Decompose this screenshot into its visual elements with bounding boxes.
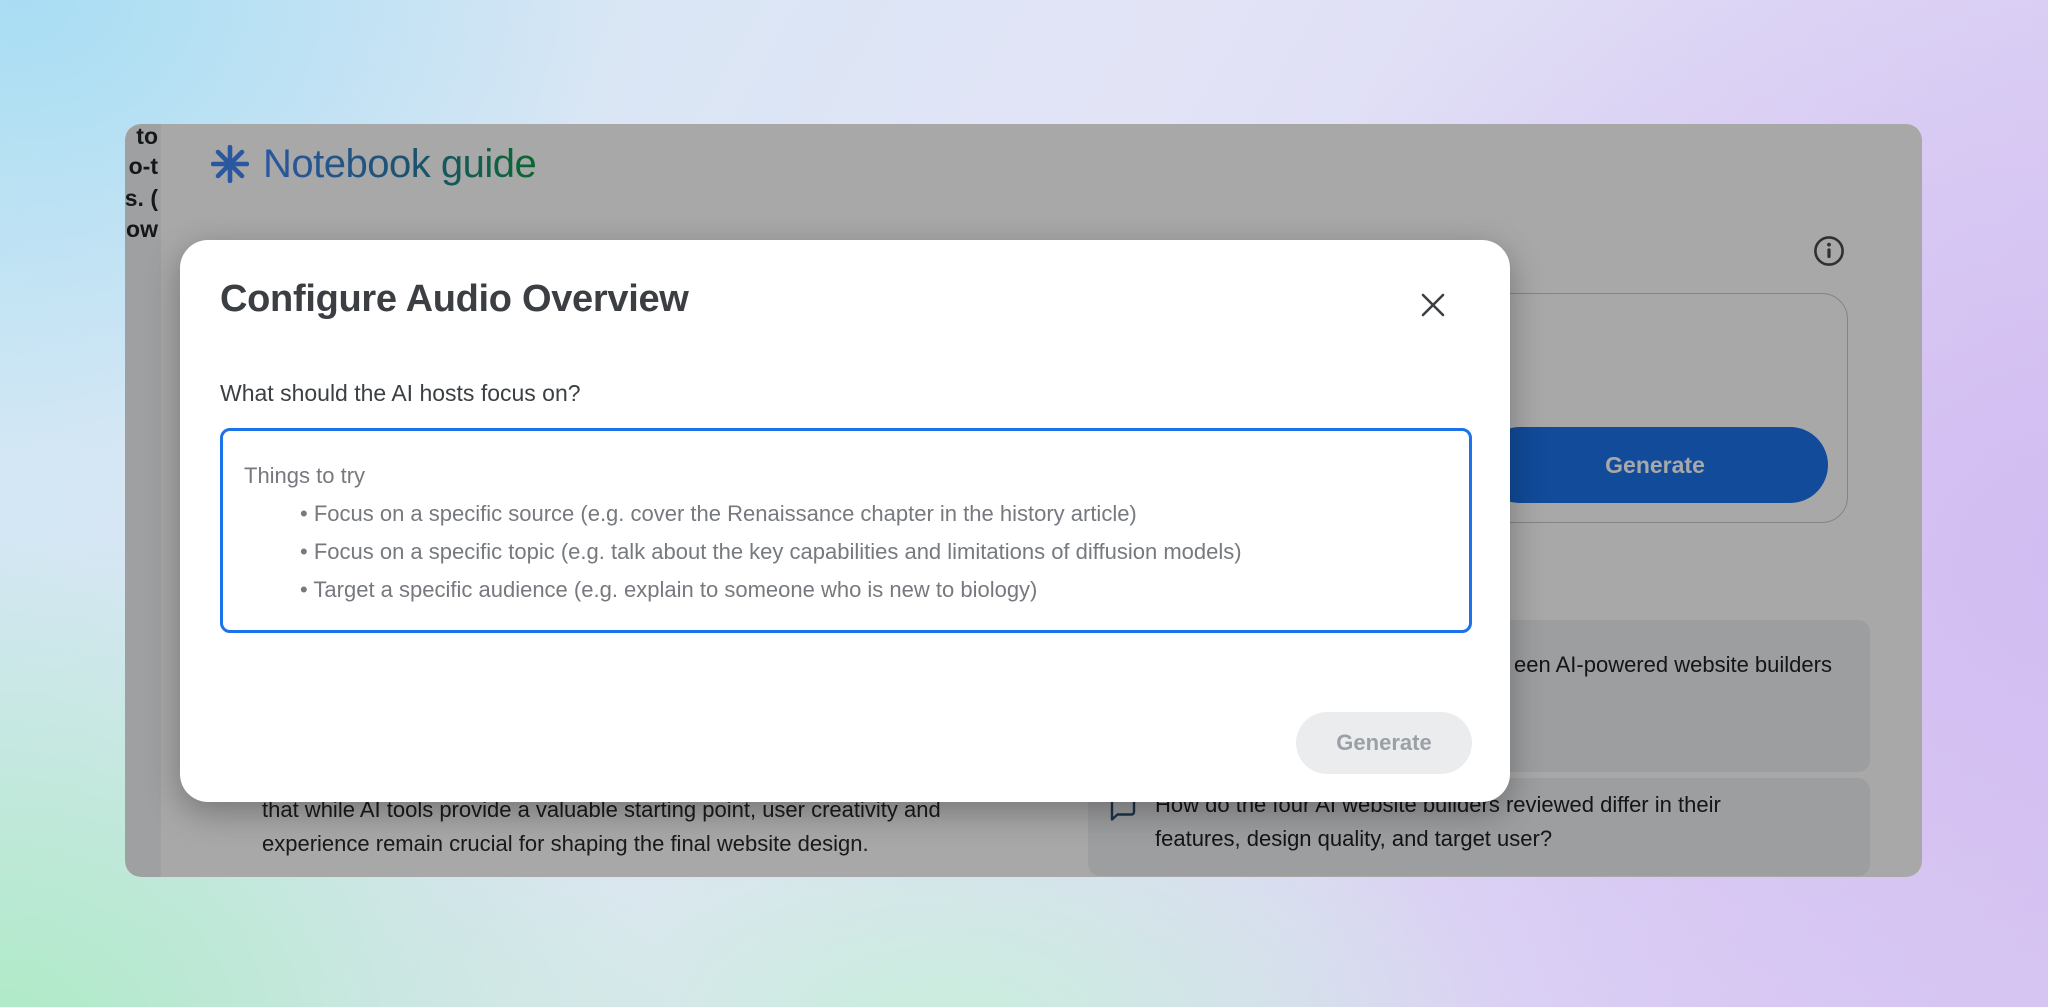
focus-question-label: What should the AI hosts focus on? — [220, 380, 581, 407]
placeholder-bullet: • Focus on a specific source (e.g. cover… — [300, 495, 1449, 533]
desktop-gradient-background: to o-t s. ( ow Notebook guide Generate e… — [0, 0, 2048, 1007]
close-icon — [1418, 290, 1448, 320]
configure-audio-overview-dialog: Configure Audio Overview What should the… — [180, 240, 1510, 802]
placeholder-bullet: • Target a specific audience (e.g. expla… — [300, 571, 1449, 609]
placeholder-bullet: • Focus on a specific topic (e.g. talk a… — [300, 533, 1449, 571]
close-button[interactable] — [1408, 280, 1458, 330]
focus-textarea[interactable]: Things to try • Focus on a specific sour… — [220, 428, 1472, 633]
generate-button-disabled[interactable]: Generate — [1296, 712, 1472, 774]
dialog-title: Configure Audio Overview — [220, 278, 689, 321]
placeholder-heading: Things to try — [244, 457, 1449, 495]
